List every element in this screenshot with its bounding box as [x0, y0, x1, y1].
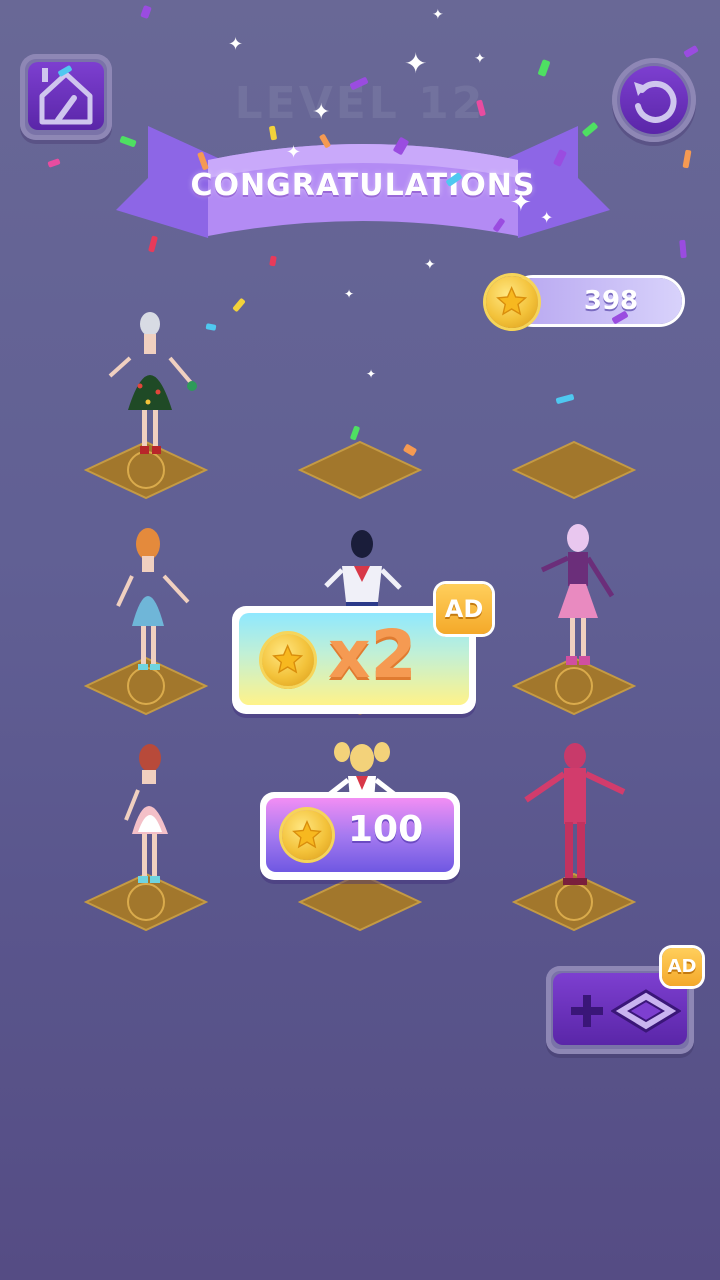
- platform-tile: [512, 440, 636, 500]
- sparkle: ✦: [540, 208, 554, 227]
- character-blue-dress: [116, 528, 190, 670]
- sparkle: ✦: [228, 34, 244, 55]
- sparkle: ✦: [366, 367, 377, 381]
- character-pink-tracksuit: [524, 743, 626, 885]
- ad-badge: AD: [436, 584, 492, 634]
- star-coin-icon: [282, 810, 332, 860]
- character-pink-apron: [124, 744, 168, 883]
- star-coin-icon: [262, 634, 314, 686]
- sparkle: ✦: [312, 100, 331, 125]
- slot-1-2[interactable]: [298, 280, 428, 500]
- sparkle: ✦: [344, 287, 355, 301]
- sparkle: ✦: [510, 188, 532, 218]
- slot-2-1[interactable]: [84, 496, 214, 716]
- slot-3-1[interactable]: [84, 712, 214, 932]
- sparkle: ✦: [404, 47, 428, 80]
- slot-1-1[interactable]: [84, 280, 214, 500]
- ad-badge: AD: [662, 948, 702, 986]
- sparkle: ✦: [474, 51, 486, 67]
- character-green-dress: [108, 312, 197, 454]
- claim-coins-button[interactable]: 100: [260, 792, 460, 880]
- tile-icon: [611, 989, 681, 1033]
- plus-icon: [571, 995, 603, 1027]
- slot-3-3[interactable]: [512, 712, 642, 932]
- double-reward-label: x2: [328, 616, 417, 693]
- banner-text: CONGRATULATIONS: [190, 168, 536, 203]
- sparkle: ✦: [286, 142, 302, 163]
- character-pink-skirt: [540, 524, 615, 665]
- slot-2-3[interactable]: [512, 496, 642, 716]
- claim-coins-label: 100: [348, 809, 424, 850]
- platform-tile: [298, 872, 422, 932]
- congratulations-banner: CONGRATULATIONS: [108, 118, 618, 268]
- sparkle: ✦: [424, 257, 436, 273]
- sparkle: ✦: [432, 7, 444, 23]
